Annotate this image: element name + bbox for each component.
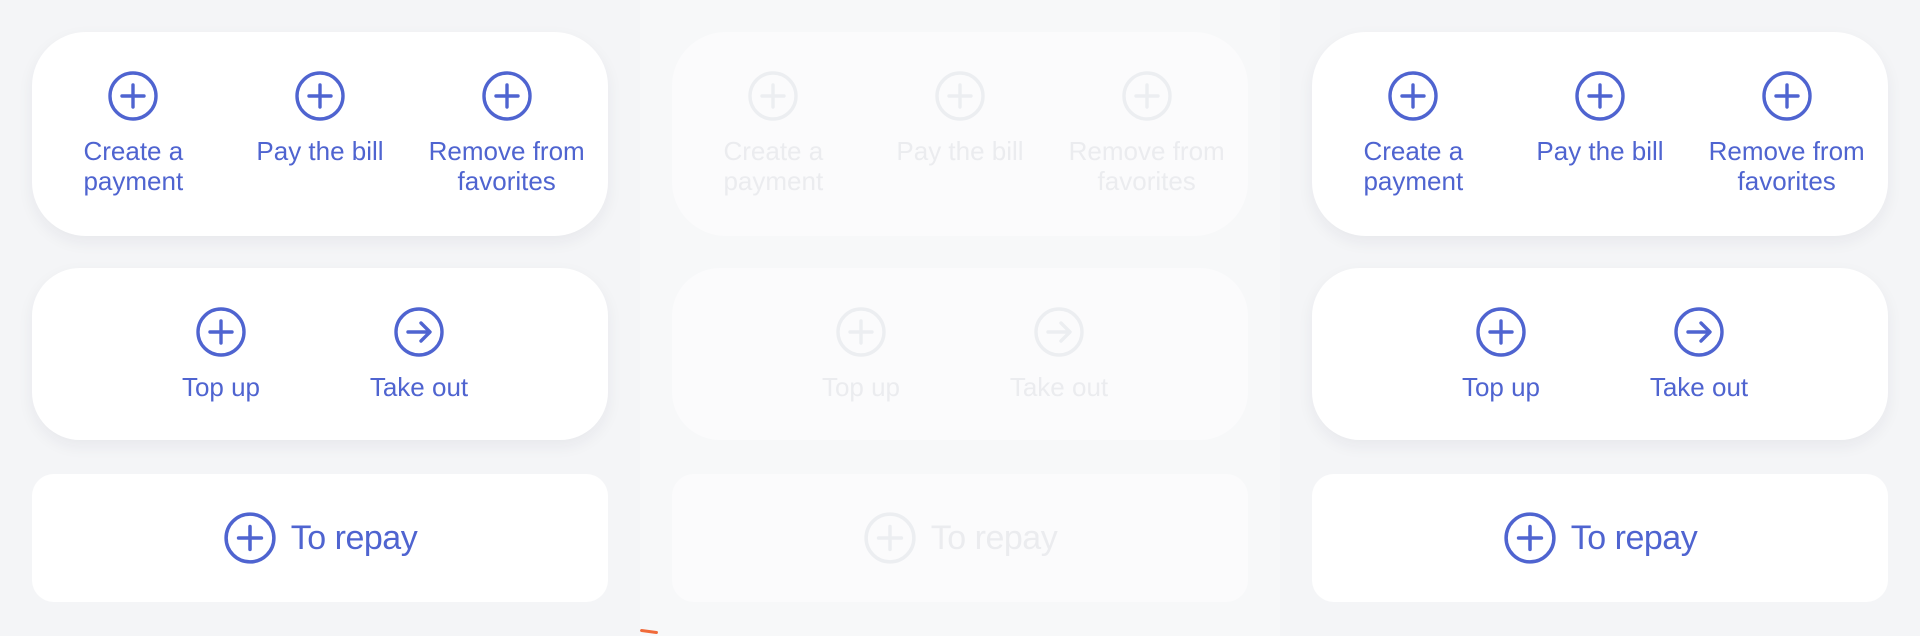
transfer-actions-card: Top up Take out — [672, 268, 1248, 440]
transfer-actions-card: Top up Take out — [32, 268, 608, 440]
repay-label: To repay — [930, 518, 1058, 557]
action-label: Take out — [1649, 372, 1749, 402]
create-payment-button[interactable]: Create a payment — [40, 70, 227, 196]
plus-circle-icon — [108, 71, 159, 121]
pay-bill-button: Pay the bill — [867, 70, 1054, 196]
action-label: Pay the bill — [1536, 136, 1664, 166]
remove-from-favorites-button[interactable]: Remove from favorites — [413, 70, 600, 196]
repay-label: To repay — [290, 518, 418, 557]
top-up-button[interactable]: Top up — [1406, 306, 1596, 402]
action-label: Pay the bill — [896, 136, 1024, 166]
repay-card: To repay — [1312, 474, 1888, 602]
action-label: Remove from favorites — [1068, 136, 1225, 196]
action-label: Top up — [821, 372, 901, 402]
action-label: Create a payment — [1363, 136, 1464, 196]
to-repay-button[interactable]: To repay — [32, 474, 608, 602]
repay-card: To repay — [672, 474, 1248, 602]
pay-bill-button[interactable]: Pay the bill — [1507, 70, 1694, 196]
action-label: Take out — [1009, 372, 1109, 402]
quick-actions-card: Create a payment Pay the bill Remove fro… — [1312, 32, 1888, 236]
take-out-button[interactable]: Take out — [324, 306, 514, 402]
action-panel-active-1: Create a payment Pay the bill Remove fro… — [0, 0, 640, 636]
create-payment-button[interactable]: Create a payment — [1320, 70, 1507, 196]
action-label: Top up — [181, 372, 261, 402]
action-label: Create a payment — [723, 136, 824, 196]
plus-circle-icon — [864, 512, 916, 564]
remove-from-favorites-button[interactable]: Remove from favorites — [1693, 70, 1880, 196]
plus-circle-icon — [1575, 71, 1625, 121]
take-out-button: Take out — [964, 306, 1154, 402]
repay-label: To repay — [1570, 518, 1698, 557]
to-repay-button[interactable]: To repay — [1312, 474, 1888, 602]
plus-circle-icon — [196, 307, 246, 357]
arrow-right-circle-icon — [1674, 307, 1724, 357]
plus-circle-icon — [836, 307, 886, 357]
top-up-button: Top up — [766, 306, 956, 402]
plus-circle-icon — [1504, 512, 1556, 564]
pay-bill-button[interactable]: Pay the bill — [227, 70, 414, 196]
plus-circle-icon — [1476, 307, 1526, 357]
action-label: Take out — [369, 372, 469, 402]
action-panel-active-2: Create a payment Pay the bill Remove fro… — [1280, 0, 1920, 636]
repay-card: To repay — [32, 474, 608, 602]
arrow-right-circle-icon — [1034, 307, 1084, 357]
plus-circle-icon — [1121, 71, 1172, 121]
plus-circle-icon — [748, 71, 799, 121]
plus-circle-icon — [295, 71, 345, 121]
action-label: Remove from favorites — [428, 136, 585, 196]
arrow-right-circle-icon — [394, 307, 444, 357]
plus-circle-icon — [224, 512, 276, 564]
to-repay-button: To repay — [672, 474, 1248, 602]
action-label: Remove from favorites — [1708, 136, 1865, 196]
quick-actions-card: Create a payment Pay the bill Remove fro… — [672, 32, 1248, 236]
quick-actions-card: Create a payment Pay the bill Remove fro… — [32, 32, 608, 236]
take-out-button[interactable]: Take out — [1604, 306, 1794, 402]
top-up-button[interactable]: Top up — [126, 306, 316, 402]
action-label: Pay the bill — [256, 136, 384, 166]
plus-circle-icon — [1388, 71, 1439, 121]
create-payment-button: Create a payment — [680, 70, 867, 196]
plus-circle-icon — [1761, 71, 1812, 121]
action-label: Create a payment — [83, 136, 184, 196]
plus-circle-icon — [935, 71, 985, 121]
transfer-actions-card: Top up Take out — [1312, 268, 1888, 440]
plus-circle-icon — [481, 71, 532, 121]
action-label: Top up — [1461, 372, 1541, 402]
action-panel-disabled: Create a payment Pay the bill Remove fro… — [640, 0, 1280, 636]
remove-from-favorites-button: Remove from favorites — [1053, 70, 1240, 196]
